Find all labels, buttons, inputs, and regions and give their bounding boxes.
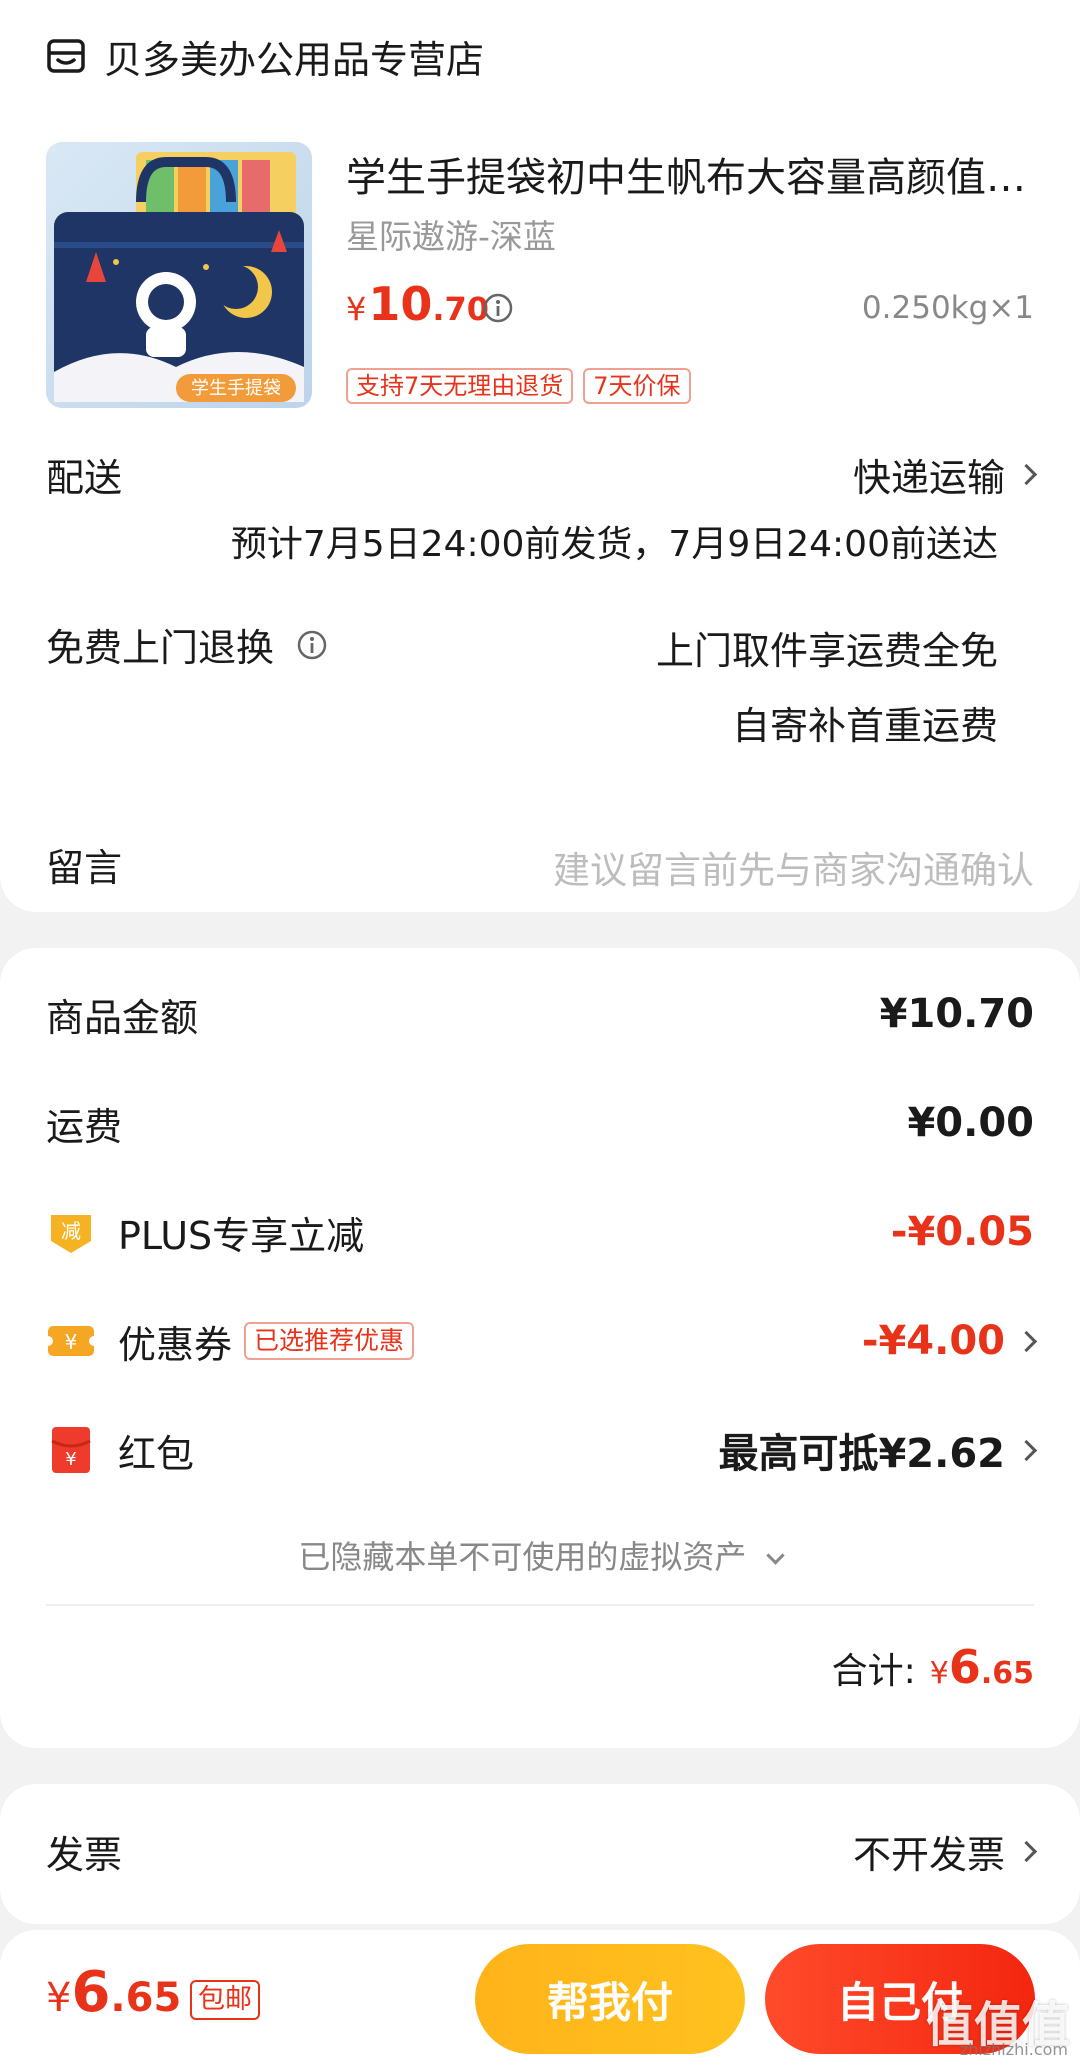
shop-name: 贝多美办公用品专营店: [104, 37, 485, 82]
shipping-fee-label: 运费: [46, 1104, 123, 1149]
delivery-method[interactable]: 快递运输: [852, 447, 1038, 502]
invoice-card[interactable]: 发票 不开发票: [0, 1784, 1080, 1924]
delivery-label: 配送: [46, 456, 123, 500]
service-tag-return: 支持7天无理由退货: [346, 368, 574, 404]
shipping-fee-row: 运费 ¥0.00: [46, 1093, 1034, 1153]
coupon-value-wrap: -¥4.00: [861, 1318, 1038, 1364]
price-currency: ¥: [346, 290, 367, 328]
total-currency: ¥: [929, 1656, 949, 1691]
price-decimal: .70: [432, 290, 490, 328]
checkout-price: ¥ 6 .65: [46, 1960, 181, 2025]
checkout-integer: 6: [71, 1960, 111, 2025]
order-confirm-page: 贝多美办公用品专营店 学生手提袋 学生手提袋初中生帆布大容量高颜值… 星际遨游-…: [0, 0, 1080, 2070]
price-info-icon[interactable]: [482, 292, 514, 324]
coupon-icon: ¥: [46, 1326, 96, 1356]
product-title[interactable]: 学生手提袋初中生帆布大容量高颜值…: [346, 145, 1036, 203]
product-image-caption: 学生手提袋: [191, 378, 281, 399]
product-price: ¥ 10 .70: [346, 277, 489, 331]
service-tags: 支持7天无理由退货 7天价保: [346, 368, 691, 404]
plus-icon-text: 减: [61, 1219, 81, 1243]
total-integer: 6: [948, 1640, 981, 1694]
checkout-currency: ¥: [46, 1975, 72, 2021]
chevron-right-icon: [1015, 463, 1038, 486]
delivery-time: 预计7月5日24:00前发货，7月9日24:00前送达: [230, 524, 998, 565]
return-self-send-text: 自寄补首重运费: [731, 704, 998, 748]
total-label: 合计:: [831, 1651, 916, 1692]
chevron-right-icon: [1015, 1439, 1038, 1461]
plus-discount-row: 减 PLUS专享立减 -¥0.05: [46, 1202, 1034, 1262]
plus-discount-label: PLUS专享立减: [118, 1213, 365, 1258]
order-total: 合计: ¥ 6 .65: [832, 1640, 1034, 1694]
return-label: 免费上门退换: [46, 626, 275, 670]
red-packet-value: 最高可抵¥2.62: [718, 1431, 1005, 1477]
shop-header[interactable]: 贝多美办公用品专营店: [46, 28, 484, 84]
product-image[interactable]: 学生手提袋: [46, 142, 312, 408]
order-item-card: 贝多美办公用品专营店 学生手提袋 学生手提袋初中生帆布大容量高颜值… 星际遨游-…: [0, 0, 1080, 912]
invoice-value-wrap: 不开发票: [852, 1824, 1038, 1879]
checkout-bar: ¥ 6 .65 包邮 帮我付 自己付: [0, 1930, 1080, 2070]
free-shipping-badge: 包邮: [190, 1980, 260, 2020]
goods-amount-row: 商品金额 ¥10.70: [46, 984, 1034, 1044]
help-pay-button[interactable]: 帮我付: [475, 1944, 745, 2054]
plus-discount-icon: 减: [51, 1215, 91, 1253]
red-packet-label-wrap: ¥ 红包: [46, 1423, 194, 1478]
red-packet-row[interactable]: ¥ 红包 最高可抵¥2.62: [46, 1420, 1038, 1480]
red-packet-label: 红包: [118, 1431, 195, 1476]
watermark-url: zhizhizhi.com: [959, 2040, 1068, 2059]
hidden-assets-text: 已隐藏本单不可使用的虚拟资产: [298, 1538, 747, 1576]
coupon-label-wrap: ¥ 优惠券 已选推荐优惠: [46, 1314, 415, 1369]
message-label: 留言: [46, 846, 123, 890]
goods-amount-label: 商品金额: [46, 995, 199, 1040]
return-service: 免费上门退换: [46, 617, 328, 672]
chevron-right-icon: [1015, 1840, 1038, 1863]
divider: [46, 1604, 1034, 1606]
delivery-method-text: 快递运输: [852, 456, 1005, 500]
shop-icon: [47, 39, 85, 73]
plus-discount-label-wrap: 减 PLUS专享立减: [46, 1205, 364, 1260]
hidden-assets-toggle[interactable]: 已隐藏本单不可使用的虚拟资产: [0, 1532, 1080, 1578]
red-packet-value-wrap: 最高可抵¥2.62: [718, 1421, 1038, 1479]
service-tag-price-protect: 7天价保: [583, 368, 691, 404]
invoice-value: 不开发票: [852, 1833, 1005, 1877]
coupon-recommend-tag: 已选推荐优惠: [244, 1322, 415, 1360]
coupon-value: -¥4.00: [861, 1318, 1005, 1364]
coupon-icon-text: ¥: [65, 1330, 78, 1354]
invoice-label: 发票: [46, 1833, 123, 1877]
checkout-decimal: .65: [110, 1975, 182, 2021]
message-input[interactable]: 建议留言前先与商家沟通确认: [553, 840, 1034, 894]
price-integer: 10: [368, 277, 433, 331]
product-image-art: 学生手提袋: [46, 142, 312, 408]
return-pickup-text: 上门取件享运费全免: [655, 629, 998, 673]
chevron-right-icon: [1015, 1330, 1038, 1352]
product-quantity: 0.250kg×1: [861, 290, 1034, 326]
coupon-row[interactable]: ¥ 优惠券 已选推荐优惠 -¥4.00: [46, 1311, 1038, 1371]
red-packet-icon-text: ¥: [65, 1449, 76, 1470]
red-packet-icon: ¥: [51, 1427, 91, 1473]
coupon-label: 优惠券: [118, 1322, 233, 1367]
chevron-down-icon: [765, 1546, 785, 1565]
return-info-icon[interactable]: [296, 629, 328, 661]
plus-discount-value: -¥0.05: [890, 1209, 1034, 1255]
product-variant: 星际遨游-深蓝: [346, 217, 556, 256]
total-decimal: .65: [980, 1656, 1034, 1691]
shipping-fee-value: ¥0.00: [907, 1100, 1034, 1146]
goods-amount-value: ¥10.70: [879, 991, 1034, 1037]
